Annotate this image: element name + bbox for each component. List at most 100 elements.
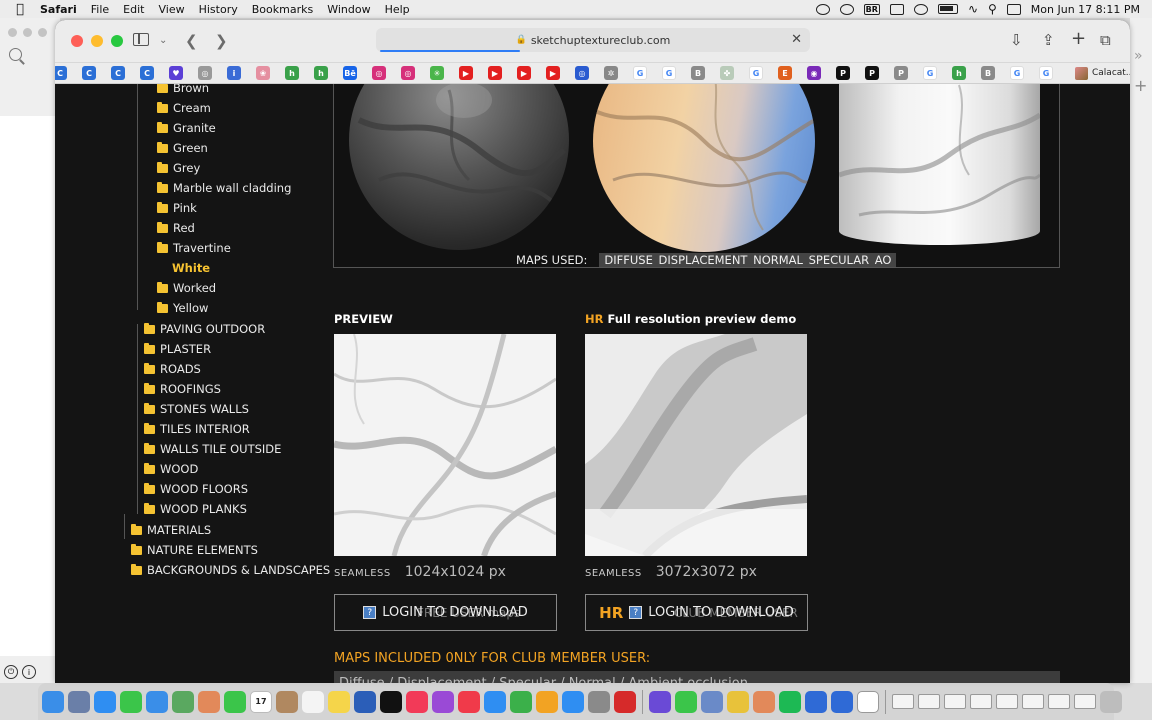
new-tab-plus-icon[interactable]: +: [1134, 76, 1147, 95]
hr-preview-image[interactable]: [585, 334, 807, 556]
search-icon[interactable]: [9, 48, 22, 61]
houzz-icon[interactable]: h: [285, 66, 299, 80]
tree-category[interactable]: ROOFINGS: [144, 382, 221, 396]
address-bar[interactable]: 🔒 sketchuptextureclub.com ✕: [376, 28, 810, 52]
tree-category[interactable]: WOOD FLOORS: [144, 482, 248, 496]
tree-subitem[interactable]: Grey: [157, 161, 200, 175]
music-icon[interactable]: [406, 690, 428, 713]
login-to-download-button[interactable]: FREE USER maps ? LOGIN TO DOWNLOAD: [334, 594, 557, 631]
control-center-icon[interactable]: [1006, 3, 1021, 15]
appstore-icon[interactable]: [562, 690, 584, 713]
minimized-window-thumbnail[interactable]: [944, 694, 966, 709]
p-icon[interactable]: P: [894, 66, 908, 80]
minimized-window-thumbnail[interactable]: [918, 694, 940, 709]
tree-top-category[interactable]: NATURE ELEMENTS: [131, 543, 258, 557]
facetime-icon[interactable]: [224, 690, 246, 713]
c-icon[interactable]: C: [82, 66, 96, 80]
tree-subitem[interactable]: Travertine: [157, 241, 231, 255]
chatgpt-icon[interactable]: [857, 690, 879, 713]
c-icon[interactable]: C: [140, 66, 154, 80]
preview-icon[interactable]: [701, 690, 723, 713]
youtube-icon[interactable]: ▶: [459, 66, 473, 80]
tree-category[interactable]: WALLS TILE OUTSIDE: [144, 442, 281, 456]
pages-icon[interactable]: [536, 690, 558, 713]
instagram-icon[interactable]: ◎: [401, 66, 415, 80]
leaf-icon[interactable]: ✤: [720, 66, 734, 80]
camera-icon[interactable]: ◎: [198, 66, 212, 80]
bookmark-calacatta[interactable]: Calacat...: [1075, 66, 1130, 80]
brain-icon[interactable]: ❀: [256, 66, 270, 80]
stop-loading-icon[interactable]: ✕: [791, 32, 802, 47]
menu-clock[interactable]: Mon Jun 17 8:11 PM: [1031, 3, 1140, 16]
minimized-window-thumbnail[interactable]: [892, 694, 914, 709]
pinterest-icon[interactable]: P: [836, 66, 850, 80]
minimized-window-thumbnail[interactable]: [1048, 694, 1070, 709]
google-icon[interactable]: G: [923, 66, 937, 80]
tree-subitem[interactable]: Brown: [157, 84, 209, 95]
texture-preview-image[interactable]: [334, 334, 556, 556]
google-icon[interactable]: G: [1039, 66, 1053, 80]
openai-status-icon[interactable]: [815, 3, 830, 15]
back-button[interactable]: ❮: [185, 32, 198, 50]
tree-subitem[interactable]: Marble wall cladding: [157, 181, 291, 195]
creative-cloud-status-icon[interactable]: [839, 3, 854, 15]
tree-subitem[interactable]: Yellow: [157, 301, 208, 315]
calendar-icon[interactable]: 17: [250, 690, 272, 713]
minimized-window-thumbnail[interactable]: [1022, 694, 1044, 709]
apple-menu-icon[interactable]: : [13, 2, 27, 17]
notion-icon[interactable]: [649, 690, 671, 713]
tree-category[interactable]: ROADS: [144, 362, 201, 376]
tree-category[interactable]: TILES INTERIOR: [144, 422, 250, 436]
spark-icon[interactable]: ✳: [430, 66, 444, 80]
messages-icon[interactable]: [120, 690, 142, 713]
acrobat-icon[interactable]: [614, 690, 636, 713]
wifi-icon[interactable]: ∿: [968, 2, 978, 16]
houzz-icon[interactable]: h: [314, 66, 328, 80]
minimized-window-thumbnail[interactable]: [996, 694, 1018, 709]
minimized-window-thumbnail[interactable]: [1074, 694, 1096, 709]
info-icon[interactable]: i: [227, 66, 241, 80]
news-icon[interactable]: [458, 690, 480, 713]
google-icon[interactable]: G: [662, 66, 676, 80]
menu-history[interactable]: History: [199, 3, 238, 16]
keynote-icon[interactable]: [484, 690, 506, 713]
tv-icon[interactable]: [380, 690, 402, 713]
sidebar-toggle-icon[interactable]: [133, 33, 149, 46]
trash-icon[interactable]: [1100, 690, 1122, 713]
behance-icon[interactable]: Bē: [343, 66, 357, 80]
launchpad-icon[interactable]: [68, 690, 90, 713]
tree-subitem[interactable]: Granite: [157, 121, 216, 135]
zoom-window-button[interactable]: [111, 35, 123, 47]
c-icon[interactable]: C: [55, 66, 67, 80]
share-icon[interactable]: ⇪: [1042, 31, 1055, 49]
layers-icon[interactable]: [831, 690, 853, 713]
menu-help[interactable]: Help: [385, 3, 410, 16]
reminders-icon[interactable]: [302, 690, 324, 713]
tree-category[interactable]: WOOD PLANKS: [144, 502, 247, 516]
tree-subitem[interactable]: Cream: [157, 101, 211, 115]
youtube-icon[interactable]: ▶: [517, 66, 531, 80]
info-icon[interactable]: i: [22, 665, 36, 679]
tree-subitem[interactable]: Pink: [157, 201, 197, 215]
hr-login-to-download-button[interactable]: CLUB MEMBER USER HR ? LOGIN TO DOWNLOAD: [585, 594, 808, 631]
pocket-icon[interactable]: ♥: [169, 66, 183, 80]
google-icon[interactable]: G: [1010, 66, 1024, 80]
tree-subitem[interactable]: Red: [157, 221, 195, 235]
tree-category[interactable]: PLASTER: [144, 342, 211, 356]
menu-window[interactable]: Window: [327, 3, 370, 16]
mail-icon[interactable]: [146, 690, 168, 713]
finder-icon[interactable]: [42, 690, 64, 713]
chevron-right-icon[interactable]: »: [1134, 48, 1143, 64]
tree-category[interactable]: PAVING OUTDOOR: [144, 322, 265, 336]
b-icon[interactable]: B: [981, 66, 995, 80]
input-source-indicator[interactable]: BR: [863, 3, 880, 15]
tree-subitem-active[interactable]: White: [172, 261, 210, 275]
b-icon[interactable]: B: [691, 66, 705, 80]
whatsapp-icon[interactable]: [675, 690, 697, 713]
chevron-down-icon[interactable]: ⌄: [159, 35, 167, 46]
tab-overview-icon[interactable]: ⧉: [1100, 31, 1111, 49]
tree-subitem[interactable]: Worked: [157, 281, 216, 295]
forward-button[interactable]: ❯: [215, 32, 228, 50]
tree-top-category[interactable]: BACKGROUNDS & LANDSCAPES: [131, 563, 330, 577]
instagram-icon[interactable]: ◎: [372, 66, 386, 80]
